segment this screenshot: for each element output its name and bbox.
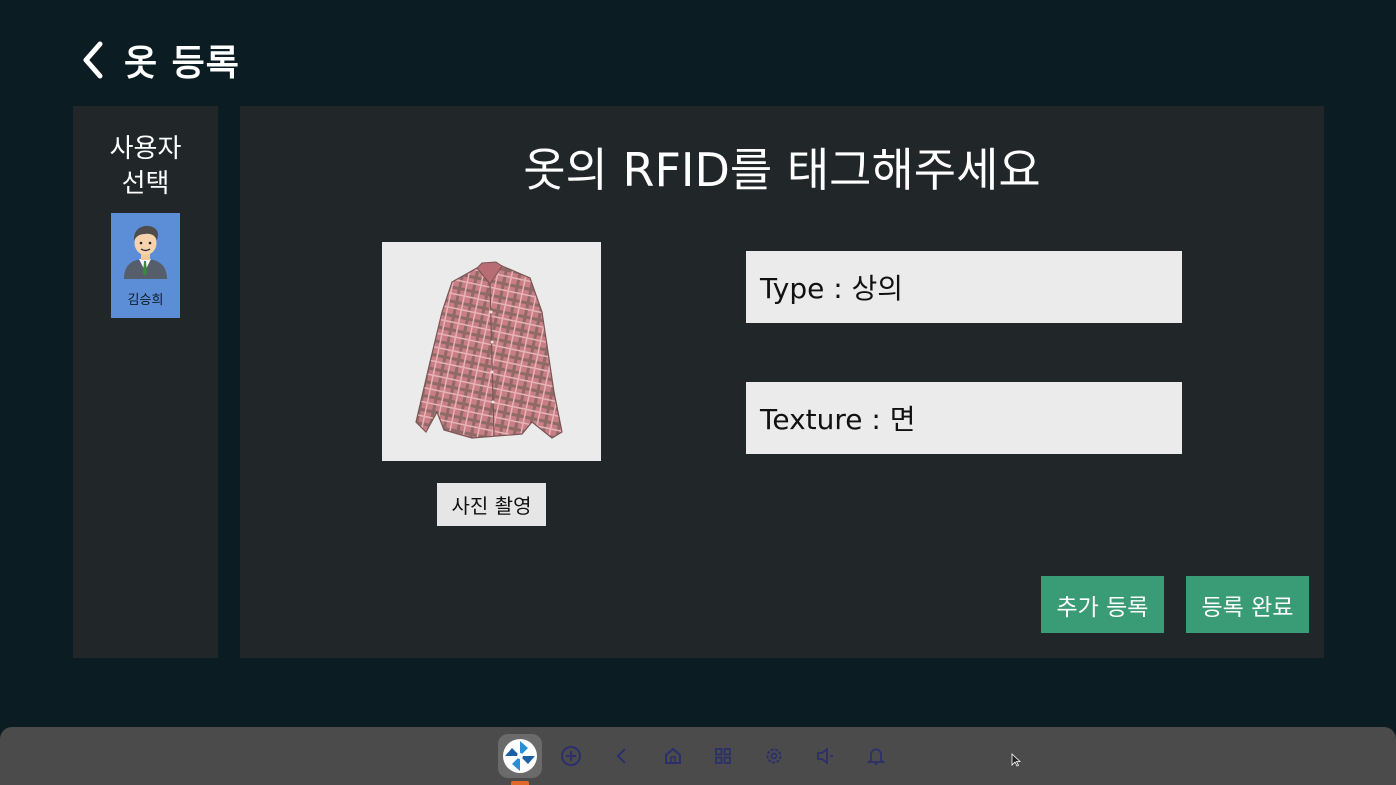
add-circle-icon[interactable] xyxy=(559,744,583,768)
page-title: 옷 등록 xyxy=(124,43,240,84)
user-name: 김승희 xyxy=(127,293,164,308)
notification-bell-icon[interactable] xyxy=(864,744,888,768)
sidebar-title-line2: 선택 xyxy=(121,169,170,199)
person-avatar-icon xyxy=(124,225,167,279)
user-select-sidebar: 사용자 선택 김승희 xyxy=(73,106,218,658)
clothing-photo xyxy=(382,242,601,461)
texture-field: Texture : 면 xyxy=(746,382,1182,454)
type-field: Type : 상의 xyxy=(746,251,1182,323)
home-icon[interactable] xyxy=(661,744,685,768)
app-pinwheel-icon[interactable] xyxy=(498,734,542,778)
finish-registration-button[interactable]: 등록 완료 xyxy=(1186,576,1309,633)
back-button[interactable] xyxy=(76,36,110,84)
system-taskbar xyxy=(0,727,1396,785)
mouse-cursor-icon xyxy=(1011,753,1021,767)
add-more-button[interactable]: 추가 등록 xyxy=(1041,576,1164,633)
sidebar-title: 사용자 선택 xyxy=(73,132,218,202)
plaid-shirt-image xyxy=(415,261,563,439)
sidebar-title-line1: 사용자 xyxy=(109,134,182,164)
volume-icon[interactable] xyxy=(813,744,837,768)
take-photo-button[interactable]: 사진 촬영 xyxy=(437,483,546,526)
active-app-indicator xyxy=(511,781,529,785)
header: 옷 등록 xyxy=(76,36,240,84)
chevron-left-icon xyxy=(83,41,103,79)
pinwheel-logo-icon xyxy=(503,739,537,773)
user-card[interactable]: 김승희 xyxy=(111,213,180,318)
main-panel: 옷의 RFID를 태그해주세요 사진 촬영 Type: 상의 Texture … xyxy=(240,106,1324,658)
rfid-instruction: 옷의 RFID를 태그해주세요 xyxy=(523,143,1041,197)
back-icon[interactable] xyxy=(610,744,634,768)
settings-icon[interactable] xyxy=(762,744,786,768)
apps-grid-icon[interactable] xyxy=(711,744,735,768)
